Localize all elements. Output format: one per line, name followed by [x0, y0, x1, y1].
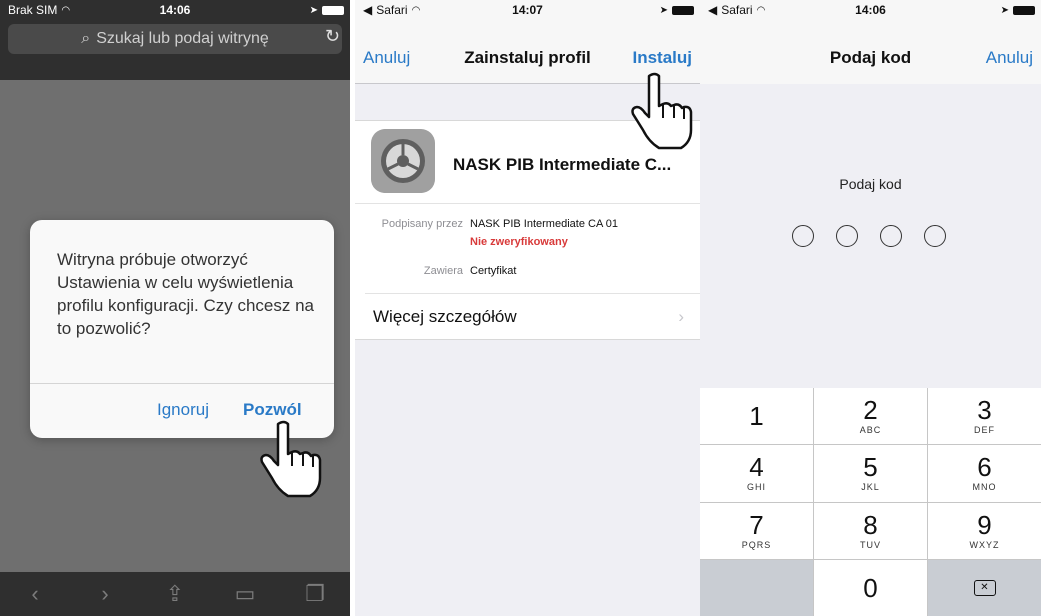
passcode-screen: ◀ Safari ◠ 14:06 ➤ Podaj kod Anuluj Poda…	[700, 0, 1041, 616]
battery-icon	[672, 5, 694, 15]
key-5[interactable]: 5 JKL	[814, 445, 927, 502]
status-time: 14:06	[159, 3, 191, 17]
safari-toolbar: ‹ › ⇪ ▭ ❐	[0, 572, 350, 616]
cancel-button[interactable]: Anuluj	[986, 48, 1033, 68]
settings-gear-icon	[371, 129, 435, 193]
passcode-dot	[792, 225, 814, 247]
key-7[interactable]: 7 PQRS	[700, 502, 813, 559]
location-icon: ➤	[659, 4, 668, 16]
key-digit: 9	[977, 509, 992, 540]
passcode-prompt: Podaj kod	[839, 176, 902, 192]
address-bar[interactable]: ⌕ Szukaj lub podaj witrynę	[8, 24, 342, 54]
key-2[interactable]: 2 ABC	[814, 388, 927, 445]
share-icon[interactable]: ⇪	[155, 581, 195, 607]
ignore-button[interactable]: Ignoruj	[157, 400, 209, 420]
delete-key[interactable]: ✕	[928, 559, 1041, 616]
key-digit: 3	[977, 395, 992, 426]
key-letters: DEF	[974, 425, 995, 436]
key-letters: PQRS	[741, 539, 772, 550]
location-icon: ➤	[309, 4, 318, 16]
status-bar: ◀ Safari ◠ 14:06 ➤	[700, 0, 1041, 20]
install-profile-screen: ◀ Safari ◠ 14:07 ➤ Anuluj Zainstaluj pro…	[355, 0, 700, 616]
passcode-dots	[792, 225, 946, 247]
reload-icon[interactable]: ↻	[325, 26, 340, 47]
address-bar-placeholder: Szukaj lub podaj witrynę	[96, 30, 269, 47]
key-8[interactable]: 8 TUV	[814, 502, 927, 559]
more-details-row[interactable]: Więcej szczegółów	[373, 307, 517, 327]
divider	[355, 203, 700, 204]
key-digit: 0	[863, 572, 878, 603]
key-letters: JKL	[861, 482, 880, 493]
key-1[interactable]: 1	[700, 388, 813, 445]
signed-by-label: Podpisany przez	[381, 218, 463, 230]
hand-pointer-icon	[631, 72, 693, 150]
location-icon: ➤	[1000, 4, 1009, 16]
key-0[interactable]: 0	[814, 559, 927, 616]
key-letters: MNO	[972, 482, 997, 493]
key-digit: 6	[977, 452, 992, 483]
status-bar: ◀ Safari ◠ 14:07 ➤	[355, 0, 700, 20]
status-time: 14:07	[512, 3, 543, 17]
permission-alert: Witryna próbuje otworzyć Ustawienia w ce…	[30, 220, 334, 438]
battery-icon	[1013, 5, 1035, 15]
safari-screen: Brak SIM ◠ 14:06 ➤ ⌕ Szukaj lub podaj wi…	[0, 0, 350, 616]
profile-name: NASK PIB Intermediate C...	[453, 155, 672, 174]
nav-bar: Podaj kod Anuluj	[700, 20, 1041, 84]
numeric-keypad: 1 2 ABC 3 DEF 4 GHI 5 JKL 6 MNO 7 PQRS 8…	[700, 388, 1041, 616]
key-9[interactable]: 9 WXYZ	[928, 502, 1041, 559]
passcode-dot	[836, 225, 858, 247]
key-letters: TUV	[860, 539, 881, 550]
key-digit: 4	[749, 452, 764, 483]
search-icon: ⌕	[81, 30, 91, 47]
alert-divider	[30, 383, 334, 384]
key-6[interactable]: 6 MNO	[928, 445, 1041, 502]
key-digit: 5	[863, 452, 878, 483]
install-button[interactable]: Instaluj	[632, 48, 692, 68]
passcode-dot	[880, 225, 902, 247]
passcode-dot	[924, 225, 946, 247]
allow-button[interactable]: Pozwól	[243, 400, 302, 420]
key-digit: 7	[749, 509, 764, 540]
contains-label: Zawiera	[423, 265, 463, 277]
key-4[interactable]: 4 GHI	[700, 445, 813, 502]
chevron-right-icon: ›	[678, 307, 684, 326]
key-digit: 1	[749, 401, 764, 432]
bookmarks-icon[interactable]: ▭	[225, 581, 265, 607]
verification-status: Nie zweryfikowany	[470, 236, 568, 248]
battery-icon	[322, 5, 344, 15]
address-bar-container: ⌕ Szukaj lub podaj witrynę ↻	[0, 20, 350, 80]
key-digit: 8	[863, 509, 878, 540]
signed-by-value: NASK PIB Intermediate CA 01	[470, 218, 618, 230]
key-3[interactable]: 3 DEF	[928, 388, 1041, 445]
key-letters: ABC	[859, 425, 882, 436]
back-icon[interactable]: ‹	[15, 581, 55, 607]
status-bar: Brak SIM ◠ 14:06 ➤	[0, 0, 350, 20]
key-digit: 2	[863, 395, 878, 426]
forward-icon[interactable]: ›	[85, 581, 125, 607]
key-empty	[700, 559, 813, 616]
divider	[365, 293, 700, 294]
contains-value: Certyfikat	[470, 265, 517, 277]
alert-message: Witryna próbuje otworzyć Ustawienia w ce…	[57, 250, 315, 338]
profile-card: NASK PIB Intermediate C... Podpisany prz…	[355, 120, 700, 340]
key-letters: WXYZ	[969, 539, 1000, 550]
hand-pointer-icon	[260, 420, 322, 498]
tabs-icon[interactable]: ❐	[295, 581, 335, 607]
status-time: 14:06	[855, 3, 886, 17]
backspace-icon: ✕	[973, 579, 996, 596]
key-letters: GHI	[746, 482, 766, 493]
